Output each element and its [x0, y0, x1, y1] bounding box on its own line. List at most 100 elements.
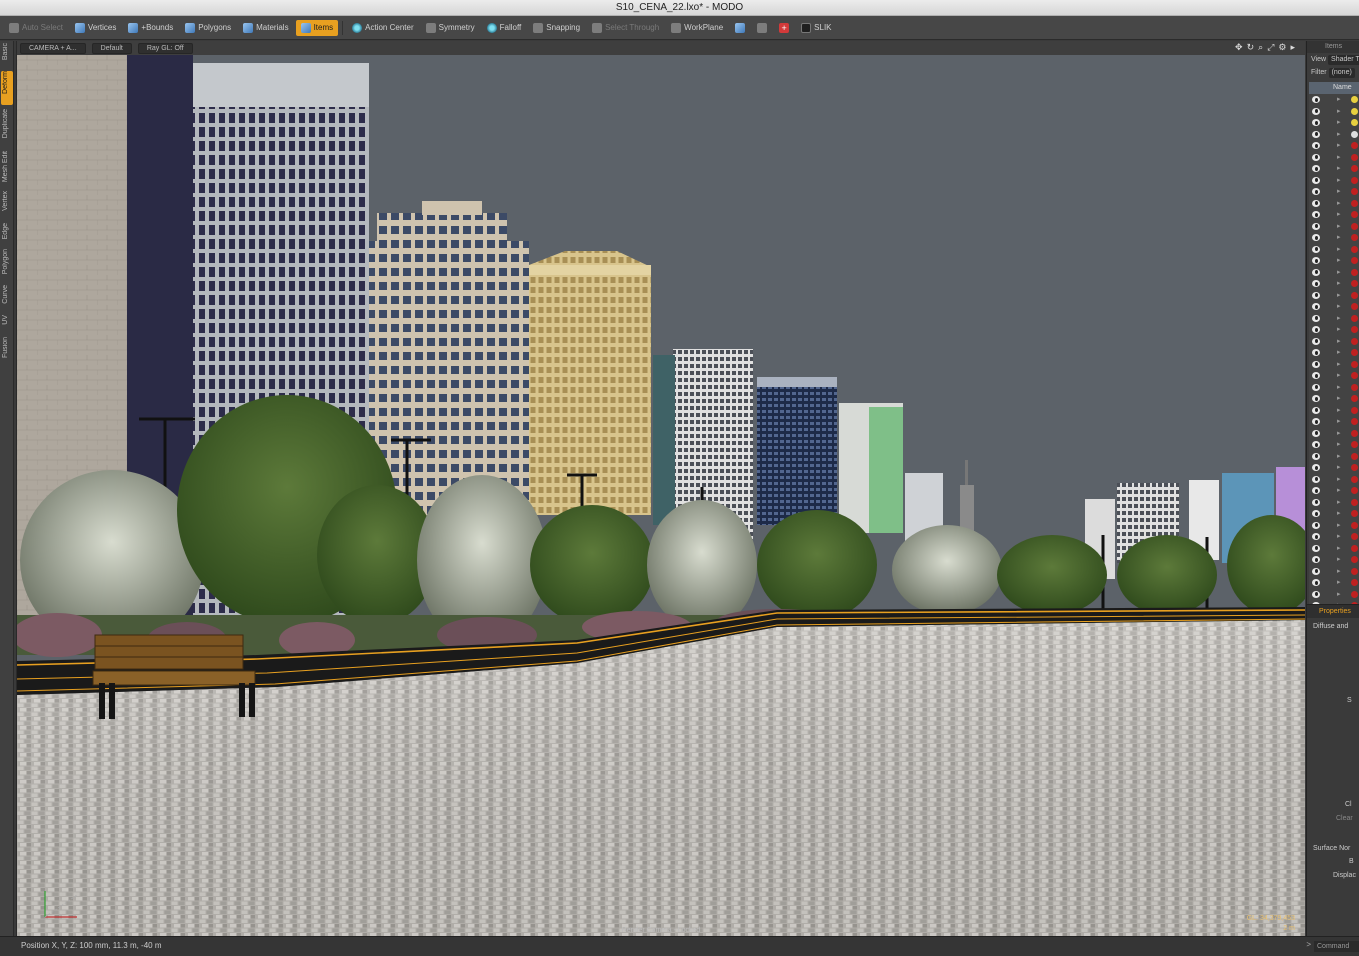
expand-arrow-icon[interactable]: ▸ [1337, 210, 1341, 218]
item-tree[interactable]: Name ▸ ▸ ▸ ▸ ▸ ▸ ▸ ▸ ▸ ▸ ▸ ▸ ▸ ▸ ▸ ▸ ▸ ▸ ▸ ▸ ▸ ▸ ▸ ▸ ▸ ▸ ▸ ▸ ▸ ▸ ▸ ▸ ▸ ▸ ▸… [1309, 82, 1359, 653]
tab-items[interactable]: Items [1307, 41, 1359, 53]
visibility-eye-icon[interactable] [1312, 107, 1320, 115]
expand-arrow-icon[interactable]: ▸ [1337, 199, 1341, 207]
tree-row[interactable]: ▸ [1309, 589, 1359, 601]
tab-mesh-edit[interactable]: Mesh Edit [1, 151, 13, 189]
snapping-button[interactable]: Snapping [528, 20, 585, 36]
tab-polygon[interactable]: Polygon [1, 249, 13, 283]
vertices-button[interactable]: Vertices [70, 20, 121, 36]
tree-row[interactable]: ▸ [1309, 198, 1359, 210]
visibility-eye-icon[interactable] [1312, 429, 1320, 437]
command-input[interactable]: Command [1314, 941, 1359, 952]
tree-row[interactable]: ▸ [1309, 117, 1359, 129]
tab-edge[interactable]: Edge [1, 223, 13, 245]
visibility-eye-icon[interactable] [1312, 521, 1320, 529]
camera-selector[interactable]: CAMERA + A... [20, 42, 86, 54]
visibility-eye-icon[interactable] [1312, 326, 1320, 333]
visibility-eye-icon[interactable] [1312, 188, 1320, 195]
workplane-button[interactable]: WorkPlane [666, 20, 728, 36]
expand-arrow-icon[interactable]: ▸ [1337, 394, 1341, 402]
expand-arrow-icon[interactable]: ▸ [1337, 429, 1341, 437]
tree-row[interactable]: ▸ [1309, 520, 1359, 532]
visibility-eye-icon[interactable] [1312, 360, 1320, 368]
crop-button[interactable] [752, 20, 772, 36]
tree-row[interactable]: ▸ [1309, 405, 1359, 417]
raygl-toggle[interactable]: Ray GL: Off [137, 42, 193, 54]
zoom-view-icon[interactable]: ⌕ [1258, 42, 1263, 53]
rotate-view-icon[interactable]: ↻ [1247, 42, 1255, 53]
visibility-eye-icon[interactable] [1312, 567, 1320, 575]
tree-row[interactable]: ▸ [1309, 209, 1359, 221]
expand-arrow-icon[interactable]: ▸ [1337, 118, 1341, 126]
visibility-eye-icon[interactable] [1312, 153, 1320, 161]
expand-arrow-icon[interactable]: ▸ [1337, 406, 1341, 414]
visibility-eye-icon[interactable] [1312, 556, 1320, 563]
visibility-eye-icon[interactable] [1312, 245, 1320, 253]
tree-row[interactable]: ▸ [1309, 221, 1359, 233]
3d-viewport[interactable]: CAMERA + A... Default Ray GL: Off ✥ ↻ ⌕ … [16, 41, 1305, 936]
visibility-eye-icon[interactable] [1312, 418, 1320, 425]
expand-arrow-icon[interactable]: ▸ [1337, 509, 1341, 517]
tab-basic[interactable]: Basic [1, 43, 13, 67]
tree-row[interactable]: ▸ [1309, 267, 1359, 279]
tab-duplicate[interactable]: Duplicate [1, 109, 13, 149]
tree-row[interactable]: ▸ [1309, 163, 1359, 175]
tree-row[interactable]: ▸ [1309, 370, 1359, 382]
expand-arrow-icon[interactable]: ▸ [1337, 383, 1341, 391]
tree-row[interactable]: ▸ [1309, 451, 1359, 463]
expand-arrow-icon[interactable]: ▸ [1337, 463, 1341, 471]
tree-row[interactable]: ▸ [1309, 244, 1359, 256]
expand-arrow-icon[interactable]: ▸ [1337, 578, 1341, 586]
tree-row[interactable]: ▸ [1309, 554, 1359, 566]
visibility-eye-icon[interactable] [1312, 96, 1320, 103]
visibility-eye-icon[interactable] [1312, 383, 1320, 391]
tree-row[interactable]: ▸ [1309, 232, 1359, 244]
expand-arrow-icon[interactable]: ▸ [1337, 486, 1341, 494]
expand-arrow-icon[interactable]: ▸ [1337, 95, 1341, 103]
tab-uv[interactable]: UV [1, 315, 13, 331]
visibility-eye-icon[interactable] [1312, 475, 1320, 483]
tree-row[interactable]: ▸ [1309, 152, 1359, 164]
visibility-eye-icon[interactable] [1312, 234, 1320, 241]
expand-arrow-icon[interactable]: ▸ [1337, 268, 1341, 276]
visibility-eye-icon[interactable] [1312, 176, 1320, 184]
expand-arrow-icon[interactable]: ▸ [1337, 279, 1341, 287]
visibility-eye-icon[interactable] [1312, 372, 1320, 379]
tree-row[interactable]: ▸ [1309, 186, 1359, 198]
tree-row[interactable]: ▸ [1309, 543, 1359, 555]
move-view-icon[interactable]: ✥ [1235, 42, 1243, 53]
viewport-menu-icon[interactable]: ▸ [1290, 42, 1295, 53]
tree-row[interactable]: ▸ [1309, 324, 1359, 336]
visibility-eye-icon[interactable] [1312, 303, 1320, 310]
expand-arrow-icon[interactable]: ▸ [1337, 498, 1341, 506]
expand-arrow-icon[interactable]: ▸ [1337, 532, 1341, 540]
action-center-button[interactable]: Action Center [347, 20, 418, 36]
tree-row[interactable]: ▸ [1309, 359, 1359, 371]
expand-arrow-icon[interactable]: ▸ [1337, 348, 1341, 356]
visibility-eye-icon[interactable] [1312, 222, 1320, 230]
expand-arrow-icon[interactable]: ▸ [1337, 417, 1341, 425]
expand-arrow-icon[interactable]: ▸ [1337, 440, 1341, 448]
tree-row[interactable]: ▸ [1309, 439, 1359, 451]
expand-arrow-icon[interactable]: ▸ [1337, 475, 1341, 483]
tree-row[interactable]: ▸ [1309, 462, 1359, 474]
fit-view-icon[interactable]: ⤢ [1267, 42, 1274, 53]
visibility-eye-icon[interactable] [1312, 395, 1320, 402]
tab-fusion[interactable]: Fusion [1, 337, 13, 367]
expand-arrow-icon[interactable]: ▸ [1337, 337, 1341, 345]
visibility-eye-icon[interactable] [1312, 590, 1320, 598]
visibility-eye-icon[interactable] [1312, 199, 1320, 207]
polygons-button[interactable]: Polygons [180, 20, 236, 36]
tree-row[interactable]: ▸ [1309, 313, 1359, 325]
tree-row[interactable]: ▸ [1309, 531, 1359, 543]
tree-row[interactable]: ▸ [1309, 428, 1359, 440]
visibility-eye-icon[interactable] [1312, 257, 1320, 264]
tree-row[interactable]: ▸ [1309, 301, 1359, 313]
render-region-button[interactable] [730, 20, 750, 36]
expand-arrow-icon[interactable]: ▸ [1337, 325, 1341, 333]
filter-dropdown[interactable]: (none) [1328, 68, 1355, 78]
tree-row[interactable]: ▸ [1309, 577, 1359, 589]
bounds-button[interactable]: +Bounds [123, 20, 178, 36]
expand-arrow-icon[interactable]: ▸ [1337, 452, 1341, 460]
expand-arrow-icon[interactable]: ▸ [1337, 291, 1341, 299]
